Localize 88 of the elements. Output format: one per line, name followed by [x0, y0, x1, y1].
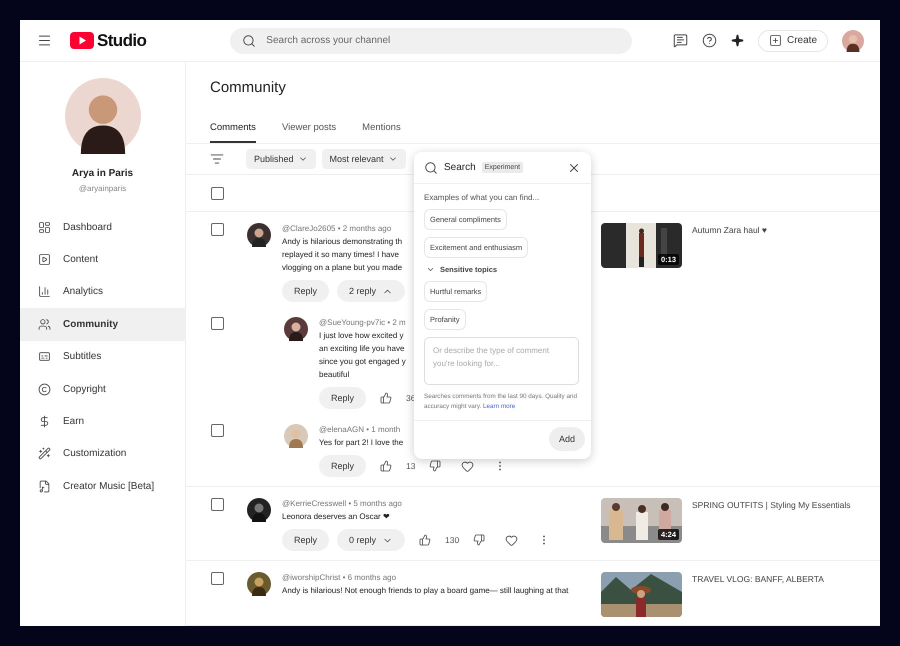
sidebar-item[interactable]: Community [20, 308, 185, 341]
checkbox[interactable] [211, 572, 224, 585]
heart-icon[interactable] [505, 534, 518, 546]
comment-author: @SueYoung-pv7ic • 2 m [319, 317, 407, 329]
sidebar-item[interactable]: Dashboard [20, 211, 185, 244]
logo-text: Studio [97, 30, 146, 50]
dollar-icon [38, 415, 51, 428]
avatar [284, 317, 308, 341]
filter-dropdown[interactable]: Most relevant [322, 149, 406, 169]
help-icon[interactable] [702, 33, 717, 48]
comment-author: @ClareJo2605 • 2 months ago [282, 223, 392, 235]
comment-text: I just love how excited y [319, 330, 404, 342]
comment-text: Leonora deserves an Oscar ❤ [282, 511, 391, 523]
reply-button[interactable]: Reply [282, 280, 330, 302]
copyright-icon [38, 382, 51, 396]
checkbox[interactable] [211, 424, 224, 437]
comment-author: @elenaAGN • 1 month [319, 424, 402, 436]
thumbs-down-icon[interactable] [473, 534, 486, 546]
checkbox[interactable] [211, 223, 224, 236]
avatar [247, 572, 271, 596]
thumbs-up-icon[interactable] [380, 460, 392, 472]
comment-text: Andy is hilarious! Not enough friends to play a board game— still laughing at that [282, 585, 568, 597]
music-file-icon [38, 480, 51, 493]
sidebar-item[interactable]: Subtitles [20, 340, 185, 373]
search-icon [242, 34, 256, 48]
chevron-down-icon [426, 265, 435, 274]
play-logo-icon [70, 32, 94, 49]
play-icon [38, 253, 51, 266]
wand-icon [38, 447, 51, 460]
reply-button[interactable]: Reply [319, 387, 366, 409]
replies-toggle[interactable]: 2 reply [337, 280, 406, 302]
thumbs-up-icon[interactable] [380, 392, 392, 404]
search-field[interactable]: Search across your channel [230, 28, 632, 54]
sidebar-item[interactable]: Content [20, 243, 185, 276]
message-icon[interactable] [672, 33, 688, 48]
captions-icon [38, 350, 51, 364]
menu-icon[interactable] [37, 33, 52, 48]
avatar [247, 223, 271, 247]
avatar [284, 424, 308, 448]
search-icon [424, 160, 438, 174]
account-avatar [842, 30, 864, 52]
comment-author: @KerrieCresswell • 5 months ago [282, 498, 403, 510]
comment-text: replayed it so many times! I have [282, 249, 400, 261]
checkbox[interactable] [211, 498, 224, 511]
reply-button[interactable]: Reply [319, 455, 366, 477]
checkbox[interactable] [211, 317, 224, 330]
sidebar-item[interactable]: Customization [20, 438, 185, 470]
comment-text: since you got engaged y [319, 356, 407, 368]
comment-text: vlogging on a plane but you made [282, 262, 404, 274]
tab[interactable]: Mentions [362, 122, 401, 143]
comment-text: Yes for part 2! I love the [319, 437, 404, 449]
chart-icon [38, 285, 51, 298]
plus-square-icon [768, 34, 782, 47]
heart-icon[interactable] [461, 460, 474, 472]
dashboard-icon [38, 220, 51, 234]
sparkle-icon[interactable] [730, 34, 744, 47]
sidebar-item[interactable]: Creator Music [Beta] [20, 470, 185, 503]
comment-author: @iworshipChrist • 6 months ago [282, 572, 398, 584]
thumbs-up-icon[interactable] [419, 534, 432, 546]
add-button[interactable]: Add [548, 427, 585, 451]
filter-icon[interactable] [210, 152, 224, 166]
filter-dropdown[interactable]: Published [246, 149, 316, 169]
description-field[interactable]: Or describe the type of comment you're looking for... [424, 337, 579, 385]
video-title: SPRING OUTFITS | Styling My Essentials [692, 499, 851, 510]
comment-text: beautiful [319, 369, 350, 381]
channel-handle: @aryainparis [78, 184, 128, 193]
checkbox[interactable] [211, 186, 224, 200]
like-count: 13 [406, 461, 416, 471]
sidebar-item[interactable]: Copyright [20, 372, 185, 406]
reply-button[interactable]: Reply [282, 529, 330, 551]
video-title: TRAVEL VLOG: BANFF, ALBERTA [692, 573, 824, 584]
examples-label: Examples of what you can find... [424, 193, 540, 202]
video-title: Autumn Zara haul ♥ [692, 224, 767, 235]
page-title: Community [209, 78, 287, 98]
tab[interactable]: Viewer posts [282, 122, 336, 143]
like-count: 130 [445, 535, 460, 545]
tab[interactable]: Comments [210, 122, 256, 143]
sidebar-item[interactable]: Earn [20, 405, 185, 438]
comment-text: Andy is hilarious demonstrating th [282, 236, 404, 248]
comment-text: an exciting life you have [319, 343, 406, 355]
people-icon [38, 318, 51, 331]
avatar [247, 498, 271, 522]
sidebar-item[interactable]: Analytics [20, 276, 185, 308]
thumbs-down-icon[interactable] [429, 460, 442, 472]
popup-title: Search [444, 162, 476, 173]
create-button[interactable]: Create [758, 30, 828, 52]
channel-name: Arya in Paris [70, 168, 134, 179]
replies-toggle[interactable]: 0 reply [337, 529, 406, 551]
